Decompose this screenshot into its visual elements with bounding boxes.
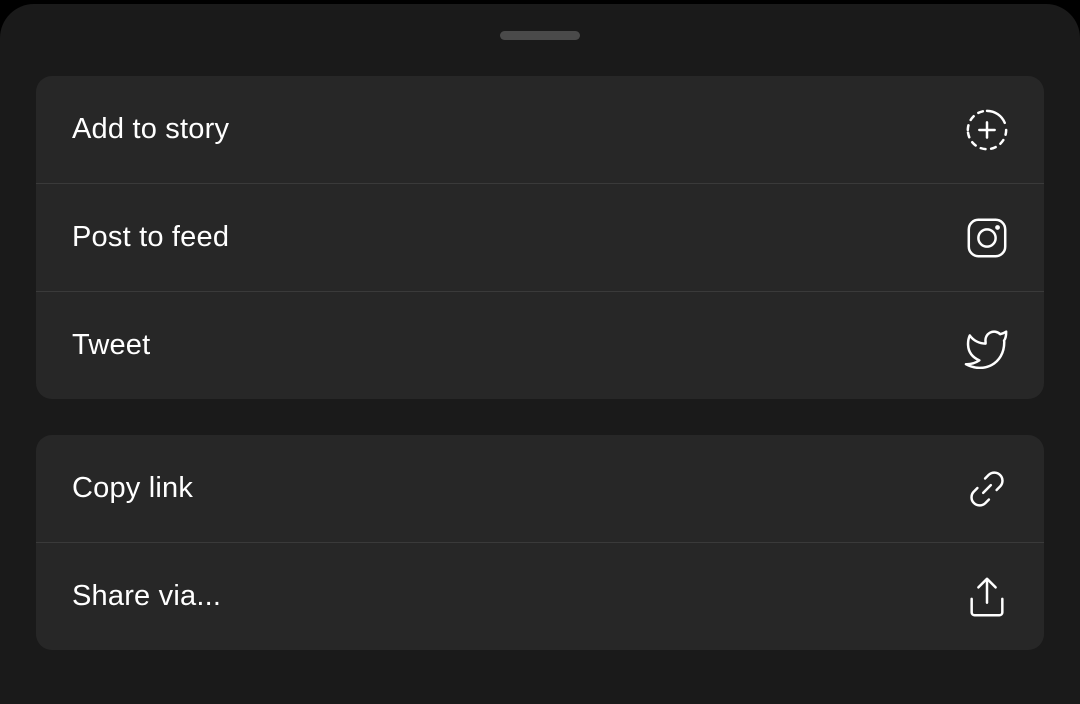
twitter-icon — [963, 322, 1011, 370]
post-to-feed-label: Post to feed — [72, 221, 230, 253]
sheet-grabber-handle[interactable] — [500, 31, 580, 40]
share-options-group: Add to story Post to feed Tweet — [36, 76, 1044, 399]
link-icon — [963, 465, 1011, 513]
copy-link-label: Copy link — [72, 472, 194, 504]
add-to-story-option[interactable]: Add to story — [36, 76, 1044, 183]
link-options-group: Copy link Share via... — [36, 435, 1044, 650]
share-via-label: Share via... — [72, 580, 222, 612]
add-story-icon — [963, 106, 1011, 154]
share-sheet: Add to story Post to feed Tweet Copy lin… — [0, 4, 1080, 704]
tweet-option[interactable]: Tweet — [36, 291, 1044, 399]
add-to-story-label: Add to story — [72, 113, 230, 145]
share-via-option[interactable]: Share via... — [36, 542, 1044, 650]
instagram-icon — [963, 214, 1011, 262]
post-to-feed-option[interactable]: Post to feed — [36, 183, 1044, 291]
copy-link-option[interactable]: Copy link — [36, 435, 1044, 542]
share-icon — [963, 573, 1011, 621]
tweet-label: Tweet — [72, 329, 151, 361]
